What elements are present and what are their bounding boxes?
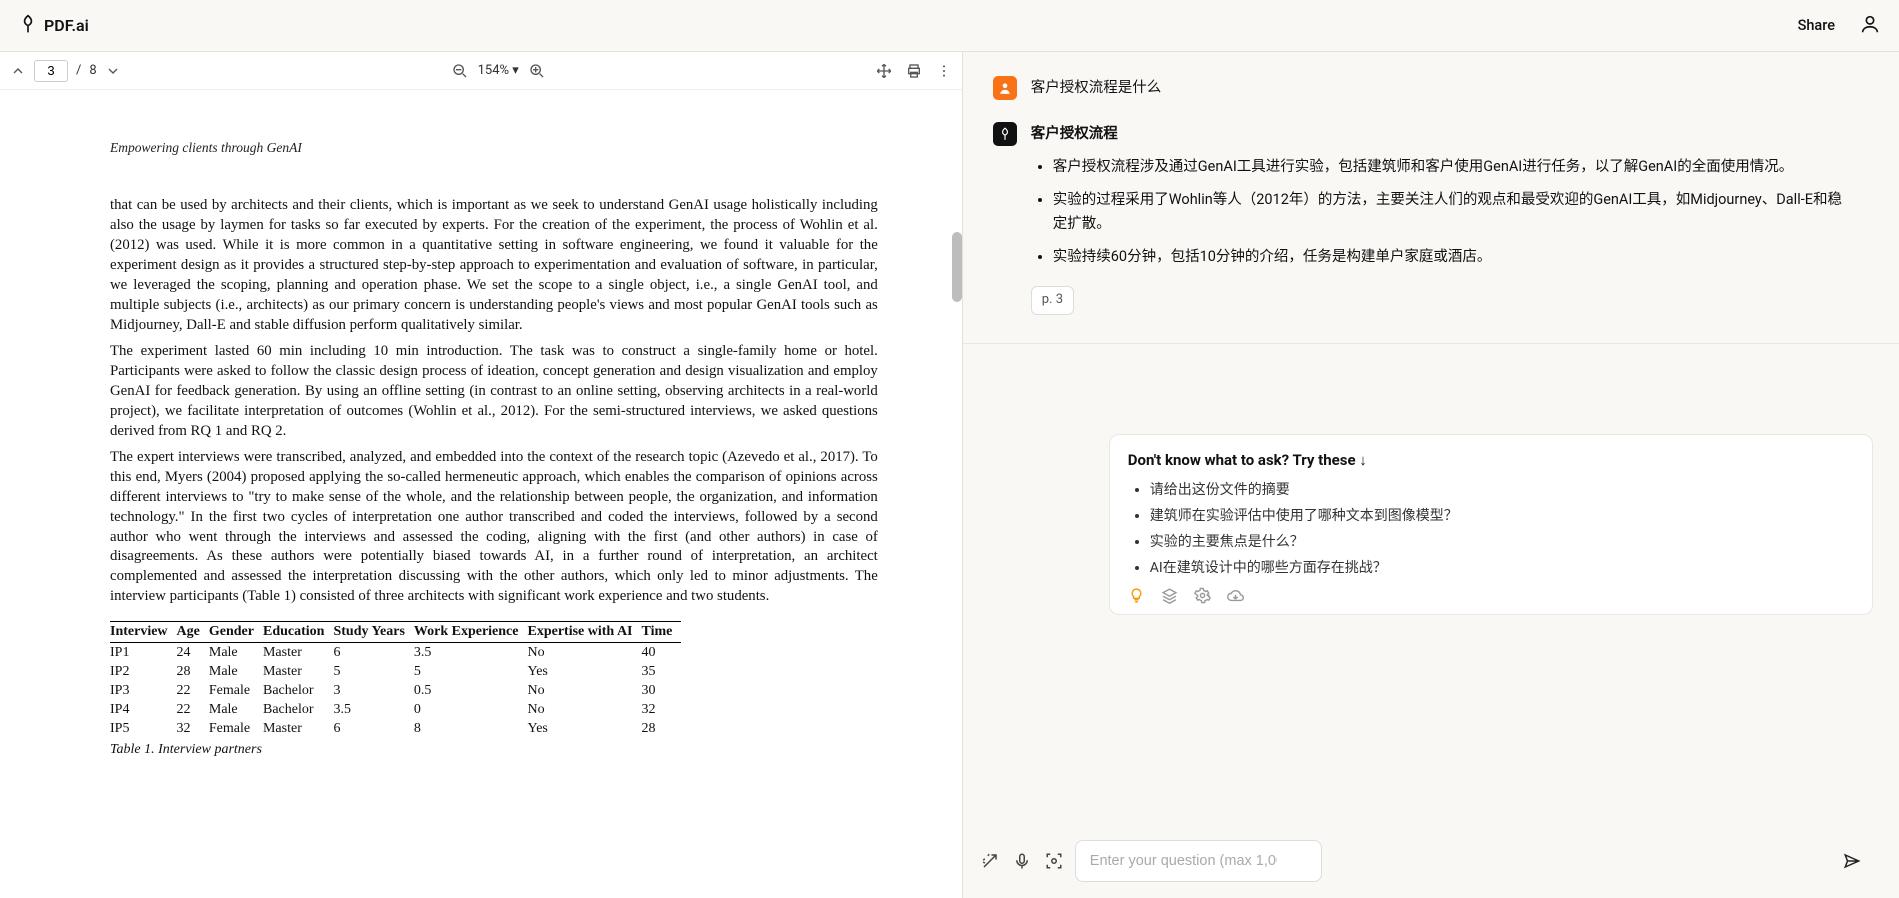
move-icon[interactable] <box>876 63 892 79</box>
page-reference-chip[interactable]: p. 3 <box>1031 286 1074 315</box>
wand-icon[interactable] <box>981 852 999 870</box>
zoom-in-icon[interactable] <box>529 63 545 79</box>
ai-bullet: 实验持续60分钟，包括10分钟的介绍，任务是构建单户家庭或酒店。 <box>1053 245 1849 268</box>
brand[interactable]: PDF.ai <box>18 14 89 38</box>
pdf-para-3: The expert interviews were transcribed, … <box>110 448 878 608</box>
table-header: Study Years <box>333 622 413 643</box>
table-header: Expertise with AI <box>528 622 642 643</box>
suggestions-title: Don't know what to ask? Try these <box>1128 451 1356 469</box>
page-input[interactable] <box>34 60 68 82</box>
suggestions-card: Don't know what to ask? Try these ↓ 请给出这… <box>1109 434 1873 615</box>
scan-icon[interactable] <box>1045 852 1063 870</box>
ai-bullet: 客户授权流程涉及通过GenAI工具进行实验，包括建筑师和客户使用GenAI进行任… <box>1053 155 1849 178</box>
suggestion-item[interactable]: AI在建筑设计中的哪些方面存在挑战？ <box>1150 557 1854 577</box>
zoom-out-icon[interactable] <box>452 63 468 79</box>
gear-icon[interactable] <box>1194 587 1211 604</box>
brand-icon <box>18 14 38 38</box>
table-row: IP422MaleBachelor3.50No32 <box>110 700 681 719</box>
user-avatar-icon <box>993 76 1017 100</box>
bulb-icon[interactable] <box>1128 587 1145 604</box>
ai-bullet: 实验的过程采用了Wohlin等人（2012年）的方法，主要关注人们的观点和最受欢… <box>1053 188 1849 234</box>
more-icon[interactable] <box>936 63 952 79</box>
pdf-toolbar: / 8 154% ▾ <box>0 52 962 90</box>
table-row: IP124MaleMaster63.5No40 <box>110 643 681 663</box>
table-header: Time <box>642 622 682 643</box>
table-caption: Table 1. Interview partners <box>110 742 878 758</box>
input-bar <box>963 828 1899 898</box>
divider <box>963 343 1899 344</box>
user-message-text: 客户授权流程是什么 <box>1031 76 1849 100</box>
cloud-download-icon[interactable] <box>1227 587 1244 604</box>
suggestion-item[interactable]: 建筑师在实验评估中使用了哪种文本到图像模型？ <box>1150 505 1854 525</box>
table-header: Interview <box>110 622 177 643</box>
pdf-table: InterviewAgeGenderEducationStudy YearsWo… <box>110 621 681 738</box>
chat-input[interactable] <box>1075 840 1322 882</box>
top-bar: PDF.ai Share <box>0 0 1899 52</box>
pdf-para-1: that can be used by architects and their… <box>110 196 878 336</box>
send-icon[interactable] <box>1843 852 1861 870</box>
zoom-level[interactable]: 154% ▾ <box>478 63 519 78</box>
table-row: IP532FemaleMaster68Yes28 <box>110 719 681 738</box>
page-down-icon[interactable] <box>105 63 121 79</box>
chat-pane: 客户授权流程是什么 客户授权流程 客户授权流程涉及通过GenAI工具进行实验，包… <box>963 52 1899 898</box>
pdf-page: Empowering clients through GenAI that ca… <box>0 90 962 898</box>
page-total: 8 <box>89 63 96 78</box>
table-header: Work Experience <box>414 622 528 643</box>
mic-icon[interactable] <box>1013 852 1031 870</box>
scrollbar-thumb[interactable] <box>952 232 962 302</box>
ai-avatar-icon <box>993 122 1017 146</box>
ai-message: 客户授权流程 客户授权流程涉及通过GenAI工具进行实验，包括建筑师和客户使用G… <box>963 116 1899 331</box>
profile-icon[interactable] <box>1859 13 1881 39</box>
brand-text: PDF.ai <box>44 16 89 35</box>
layers-icon[interactable] <box>1161 587 1178 604</box>
table-row: IP228MaleMaster55Yes35 <box>110 662 681 681</box>
user-message: 客户授权流程是什么 <box>963 70 1899 116</box>
table-header: Education <box>263 622 333 643</box>
page-up-icon[interactable] <box>10 63 26 79</box>
page-sep: / <box>76 63 81 78</box>
suggestion-item[interactable]: 实验的主要焦点是什么？ <box>1150 531 1854 551</box>
pdf-running-head: Empowering clients through GenAI <box>110 140 934 156</box>
pdf-para-2: The experiment lasted 60 min including 1… <box>110 342 878 442</box>
pdf-pane: / 8 154% ▾ Empowering clients through Ge… <box>0 52 963 898</box>
table-row: IP322FemaleBachelor30.5No30 <box>110 681 681 700</box>
suggestion-item[interactable]: 请给出这份文件的摘要 <box>1150 479 1854 499</box>
share-button[interactable]: Share <box>1798 17 1835 34</box>
pdf-body[interactable]: Empowering clients through GenAI that ca… <box>0 90 962 898</box>
table-header: Gender <box>209 622 263 643</box>
table-header: Age <box>177 622 209 643</box>
arrow-down-icon: ↓ <box>1359 451 1367 469</box>
print-icon[interactable] <box>906 63 922 79</box>
ai-message-title: 客户授权流程 <box>1031 122 1849 145</box>
